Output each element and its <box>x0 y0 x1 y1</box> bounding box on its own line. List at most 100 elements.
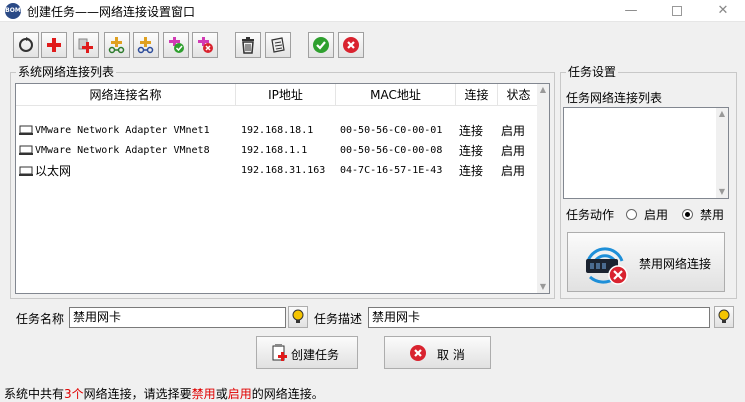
delete-icon <box>242 37 254 54</box>
maximize-button[interactable] <box>654 0 700 22</box>
cancel-button[interactable] <box>338 32 364 58</box>
clear-icon <box>271 37 285 53</box>
scroll-down-icon[interactable]: ▼ <box>716 186 728 198</box>
cancel-task-button[interactable]: 取 消 <box>384 336 491 369</box>
row-name: VMware Network Adapter VMnet1 <box>35 125 210 136</box>
disable-network-button-label: 禁用网络连接 <box>639 257 712 271</box>
task-action-label: 任务动作 <box>566 208 615 222</box>
row-status: 启用 <box>501 164 526 178</box>
network-adapter-icon <box>19 125 33 135</box>
disable-network-button[interactable]: 禁用网络连接 <box>567 232 725 292</box>
close-button[interactable]: ✕ <box>700 0 745 22</box>
row-mac: 00-50-56-C0-00-01 <box>340 125 443 136</box>
status-suffix: 的网络连接。 <box>251 387 324 401</box>
confirm-button[interactable] <box>308 32 334 58</box>
status-middle: 网络连接，请选择要 <box>83 387 192 401</box>
row-name: VMware Network Adapter VMnet8 <box>35 145 210 156</box>
status-count: 3个 <box>64 387 84 401</box>
lightbulb-icon <box>718 309 730 323</box>
row-connect: 连接 <box>459 164 484 178</box>
row-name-cell: VMware Network Adapter VMnet8 <box>19 141 236 161</box>
maximize-icon <box>672 5 682 16</box>
table-row[interactable]: VMware Network Adapter VMnet8 192.168.1.… <box>16 141 539 161</box>
status-disable-word: 禁用 <box>191 387 216 401</box>
cancel-icon <box>343 37 359 53</box>
add-multiple-icon <box>78 38 93 53</box>
row-mac: 00-50-56-C0-00-08 <box>340 145 443 156</box>
task-settings-group: 任务设置 任务网络连接列表 ▲ ▼ 任务动作 启用 禁用 禁用网络连接 <box>560 65 737 299</box>
create-task-button[interactable]: 创建任务 <box>256 336 358 369</box>
refresh-button[interactable] <box>13 32 39 58</box>
task-list-label: 任务网络连接列表 <box>566 91 663 105</box>
row-connect: 连接 <box>459 124 484 138</box>
disable-radio[interactable] <box>682 209 693 220</box>
new-task-icon <box>272 344 287 361</box>
column-header-mac[interactable]: MAC地址 <box>336 84 456 106</box>
row-ip: 192.168.18.1 <box>241 125 314 136</box>
network-disable-icon <box>586 247 628 285</box>
clear-button[interactable] <box>265 32 291 58</box>
column-header-ip[interactable]: IP地址 <box>236 84 336 106</box>
row-status: 启用 <box>501 144 526 158</box>
minimize-button[interactable]: — <box>608 0 654 22</box>
cancel-icon <box>410 345 426 361</box>
enable-radio[interactable] <box>626 209 637 220</box>
column-header-status[interactable]: 状态 <box>498 84 539 106</box>
disable-task-button[interactable] <box>192 32 218 58</box>
network-adapter-icon <box>19 145 33 155</box>
table-row[interactable]: 以太网 192.168.31.163 04-7C-16-57-1E-43 连接 … <box>16 161 539 181</box>
row-ip: 192.168.1.1 <box>241 145 308 156</box>
add-icon <box>47 38 61 52</box>
row-name: 以太网 <box>35 164 72 178</box>
task-action-row: 任务动作 启用 禁用 <box>566 207 736 223</box>
network-button[interactable] <box>133 32 159 58</box>
window-title: 创建任务——网络连接设置窗口 <box>27 5 196 19</box>
task-desc-hint-button[interactable] <box>714 306 734 328</box>
column-header-connect[interactable]: 连接 <box>456 84 498 106</box>
create-task-label: 创建任务 <box>291 348 340 362</box>
network-icon <box>137 37 154 54</box>
network-adapter-icon <box>19 166 33 176</box>
toolbar <box>0 32 745 60</box>
status-prefix: 系统中共有 <box>4 387 65 401</box>
row-mac: 04-7C-16-57-1E-43 <box>340 165 443 176</box>
network-add-button[interactable] <box>104 32 130 58</box>
task-desc-label: 任务描述 <box>314 312 363 326</box>
column-header-name[interactable]: 网络连接名称 <box>16 84 236 106</box>
task-name-label: 任务名称 <box>16 312 65 326</box>
group-title: 系统网络连接列表 <box>16 65 117 79</box>
add-button[interactable] <box>41 32 67 58</box>
enable-task-button[interactable] <box>163 32 189 58</box>
scroll-up-icon[interactable]: ▲ <box>537 84 549 96</box>
cancel-task-label: 取 消 <box>437 348 465 362</box>
scroll-up-icon[interactable]: ▲ <box>716 108 728 120</box>
row-status: 启用 <box>501 124 526 138</box>
task-name-hint-button[interactable] <box>288 306 308 328</box>
table-row[interactable]: VMware Network Adapter VMnet1 192.168.18… <box>16 121 539 141</box>
vertical-scrollbar[interactable]: ▲ ▼ <box>716 108 728 198</box>
delete-button[interactable] <box>235 32 261 58</box>
task-name-input[interactable]: 禁用网卡 <box>69 307 286 328</box>
status-message: 系统中共有3个网络连接，请选择要禁用或启用的网络连接。 <box>4 385 324 402</box>
add-multiple-button[interactable] <box>73 32 99 58</box>
row-name-cell: 以太网 <box>19 161 236 181</box>
confirm-icon <box>313 37 329 53</box>
task-desc-input[interactable]: 禁用网卡 <box>368 307 710 328</box>
disable-radio-label[interactable]: 禁用 <box>700 207 724 223</box>
task-network-list[interactable]: ▲ ▼ <box>563 107 729 199</box>
vertical-scrollbar[interactable]: ▲ ▼ <box>537 84 549 293</box>
app-logo-icon: BOM <box>5 3 21 19</box>
system-network-group: 系统网络连接列表 网络连接名称 IP地址 MAC地址 连接 状态 VMware … <box>10 65 555 299</box>
status-enable-word: 启用 <box>227 387 252 401</box>
enable-radio-label[interactable]: 启用 <box>644 207 668 223</box>
refresh-icon <box>19 37 33 52</box>
enable-icon <box>169 37 184 53</box>
row-connect: 连接 <box>459 144 484 158</box>
scroll-down-icon[interactable]: ▼ <box>537 281 549 293</box>
network-list[interactable]: 网络连接名称 IP地址 MAC地址 连接 状态 VMware Network A… <box>15 83 550 294</box>
title-bar: BOM 创建任务——网络连接设置窗口 — ✕ <box>0 0 745 22</box>
disable-icon <box>198 37 213 53</box>
status-or: 或 <box>215 387 228 401</box>
network-add-icon <box>108 37 125 54</box>
group-title: 任务设置 <box>566 65 619 79</box>
